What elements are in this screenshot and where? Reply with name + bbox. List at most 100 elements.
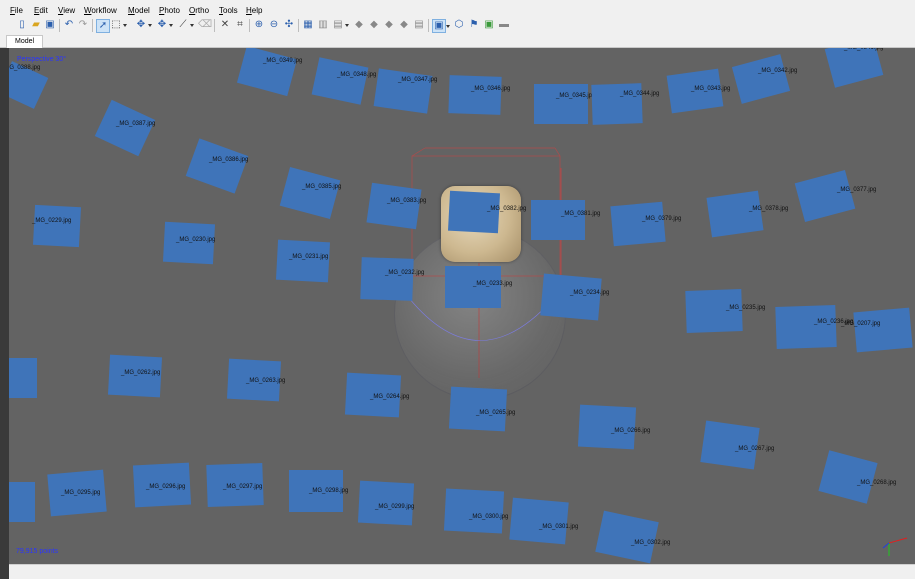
dense-cloud-icon[interactable]: ◆	[368, 19, 380, 31]
camera-thumbnail[interactable]	[357, 480, 415, 526]
point-cloud-icon[interactable]: ◆	[353, 19, 365, 31]
show-cameras-icon[interactable]: ▦	[302, 19, 314, 31]
navigation-icon[interactable]: ➚	[96, 19, 110, 33]
camera-thumbnail[interactable]	[9, 482, 35, 522]
menu-help[interactable]: Help	[246, 4, 262, 17]
camera-thumbnail[interactable]	[360, 257, 414, 301]
camera-thumbnail[interactable]	[373, 68, 433, 114]
print-icon[interactable]: ▬	[498, 19, 510, 31]
toolbar-separator	[59, 19, 60, 32]
camera-thumbnail[interactable]	[540, 273, 602, 321]
toolbar-separator	[214, 19, 215, 32]
camera-thumbnail[interactable]	[706, 190, 764, 238]
camera-thumbnail[interactable]	[443, 488, 505, 534]
undo-icon[interactable]: ↶	[63, 19, 75, 31]
menu-file[interactable]: File	[10, 4, 23, 17]
reset-view-icon[interactable]: ✣	[283, 19, 295, 31]
toolbar-separator	[428, 19, 429, 32]
camera-thumbnail[interactable]	[591, 83, 643, 125]
camera-label: _MG_0265.jpg	[476, 410, 516, 416]
camera-thumbnail[interactable]	[448, 386, 508, 432]
camera-label: _MG_0301.jpg	[539, 524, 579, 530]
move-region-icon[interactable]: ✥	[156, 19, 173, 31]
toolbar-separator	[249, 19, 250, 32]
toolbar-separator	[92, 19, 93, 32]
camera-label: _MG_0233.jpg	[473, 281, 513, 287]
crop-icon[interactable]: ⌗	[234, 19, 246, 31]
menu-model[interactable]: Model	[128, 4, 150, 17]
menu-tools[interactable]: Tools	[219, 4, 238, 17]
camera-label: _MG_0207.jpg	[841, 321, 881, 327]
view-mode-label: Perspective 30°	[17, 56, 67, 63]
camera-label: _MG_0385.jpg	[302, 184, 342, 190]
tab-model[interactable]: Model	[6, 35, 44, 48]
camera-label: _MG_0388.jpg	[9, 65, 41, 71]
camera-label: _MG_0300.jpg	[469, 514, 509, 520]
camera-thumbnail[interactable]	[275, 239, 331, 283]
camera-label: _MG_0229.jpg	[32, 218, 72, 224]
camera-label: _MG_0348.jpg	[337, 72, 377, 78]
camera-label: _MG_0296.jpg	[146, 484, 186, 490]
camera-thumbnail[interactable]	[700, 420, 760, 470]
camera-label: _MG_0231.jpg	[289, 254, 329, 260]
move-ruler-icon[interactable]: ⟋	[177, 19, 194, 31]
camera-thumbnail[interactable]	[9, 358, 37, 398]
texture-icon[interactable]: ◆	[398, 19, 410, 31]
open-icon[interactable]: ▰	[30, 19, 42, 31]
camera-label: _MG_0345.jpg	[556, 93, 596, 99]
menu-ortho[interactable]: Ortho	[189, 4, 209, 17]
camera-label: _MG_0377.jpg	[837, 187, 877, 193]
region-icon[interactable]: ▣	[432, 19, 450, 33]
rect-select-icon[interactable]: ⬚	[110, 19, 127, 31]
camera-thumbnail[interactable]	[366, 182, 422, 230]
new-icon[interactable]: ▯	[16, 19, 28, 31]
camera-label: _MG_0266.jpg	[611, 428, 651, 434]
menu-view[interactable]: View	[58, 4, 75, 17]
camera-label: _MG_0235.jpg	[726, 305, 766, 311]
camera-label: _MG_0346.jpg	[471, 86, 511, 92]
camera-label: _MG_0343.jpg	[691, 86, 731, 92]
camera-thumbnail[interactable]	[610, 201, 666, 247]
zoom-in-icon[interactable]: ⊕	[253, 19, 265, 31]
menu-photo[interactable]: Photo	[159, 4, 180, 17]
display-icon[interactable]: ▣	[483, 19, 495, 31]
menu-edit[interactable]: Edit	[34, 4, 48, 17]
menu-workflow[interactable]: Workflow	[84, 4, 117, 17]
mesh-icon[interactable]: ◆	[383, 19, 395, 31]
shapes-icon[interactable]: ⬡	[453, 19, 465, 31]
camera-thumbnail[interactable]	[853, 307, 913, 353]
markers-icon[interactable]: ⚑	[468, 19, 480, 31]
move-object-icon[interactable]: ✥	[135, 19, 152, 31]
camera-label: _MG_0267.jpg	[735, 446, 775, 452]
show-aligned-icon[interactable]: ▤	[332, 19, 349, 31]
tiled-icon[interactable]: ▤	[413, 19, 425, 31]
camera-label: _MG_0295.jpg	[61, 490, 101, 496]
camera-label: _MG_0297.jpg	[223, 484, 263, 490]
camera-thumbnail[interactable]	[509, 497, 569, 545]
camera-label: _MG_0264.jpg	[370, 394, 410, 400]
camera-thumbnail[interactable]	[448, 75, 502, 115]
camera-thumbnail[interactable]	[32, 204, 82, 248]
points-count: 79,915 points	[16, 548, 59, 555]
camera-label: _MG_0349.jpg	[263, 58, 303, 64]
model-viewport[interactable]: Perspective 30° 79,915 points _MG_0388.j…	[9, 48, 915, 564]
camera-label: _MG_0387.jpg	[116, 121, 156, 127]
zoom-out-icon[interactable]: ⊖	[268, 19, 280, 31]
camera-label: _MG_0383.jpg	[387, 198, 427, 204]
camera-thumbnail[interactable]	[534, 84, 588, 124]
camera-thumbnail[interactable]	[531, 200, 585, 240]
camera-label: _MG_0378.jpg	[749, 206, 789, 212]
eraser-icon[interactable]: ⌫	[198, 19, 212, 31]
camera-label: _MG_0232.jpg	[385, 270, 425, 276]
camera-label: _MG_0262.jpg	[121, 370, 161, 376]
toolbar-separator	[298, 19, 299, 32]
camera-thumbnail[interactable]	[577, 404, 637, 450]
redo-icon[interactable]: ↷	[77, 19, 89, 31]
delete-icon[interactable]: ✕	[219, 19, 231, 31]
camera-label: _MG_0381.jpg	[561, 211, 601, 217]
tab-bar: Model	[0, 35, 915, 48]
camera-label: _MG_0342.jpg	[758, 68, 798, 74]
camera-thumbnail[interactable]	[775, 304, 837, 350]
save-icon[interactable]: ▣	[44, 19, 56, 31]
grid-icon[interactable]: ▥	[317, 19, 329, 31]
